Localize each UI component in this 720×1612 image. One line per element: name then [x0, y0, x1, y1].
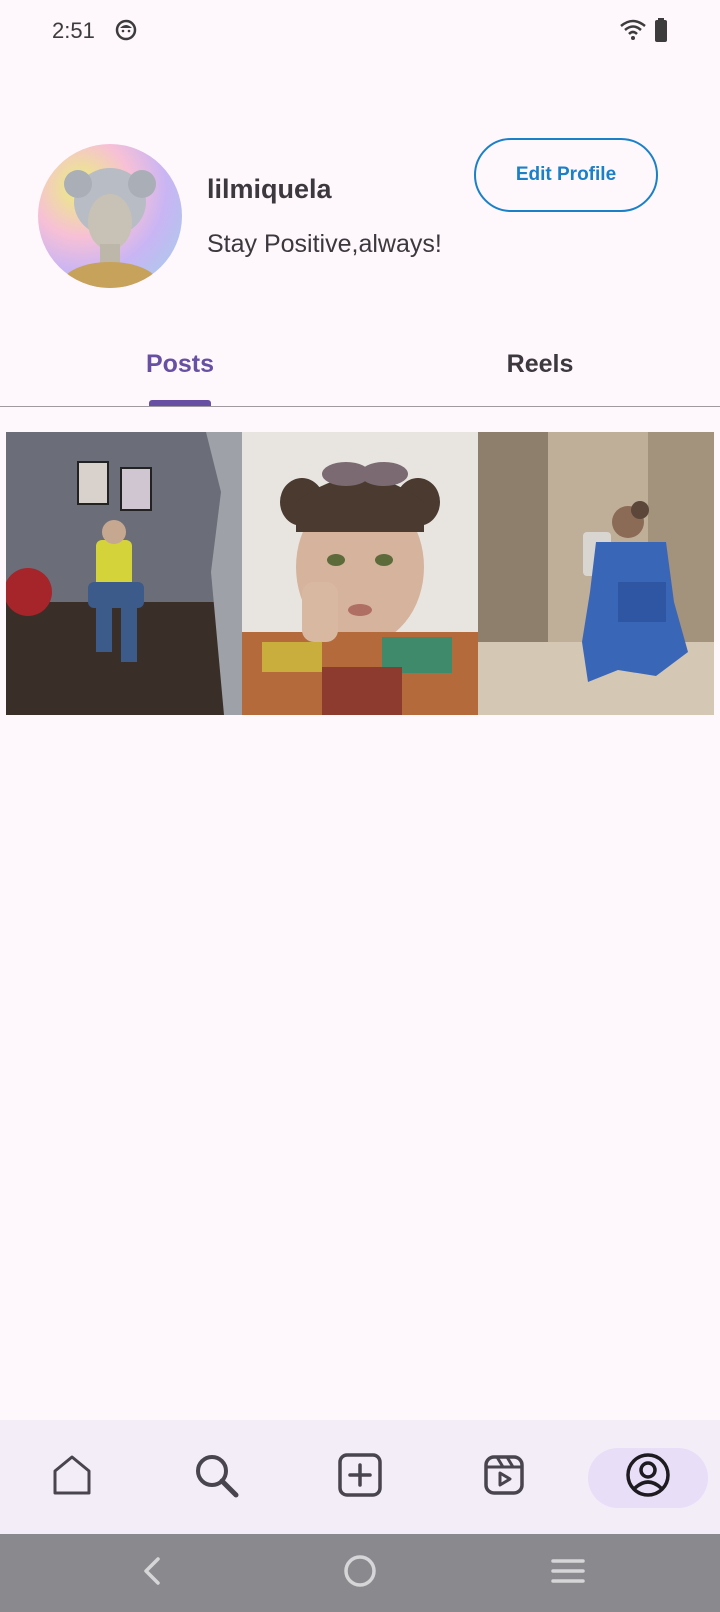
status-bar: 2:51: [0, 0, 720, 60]
post-thumbnail[interactable]: [242, 432, 478, 715]
bio: Stay Positive,always!: [207, 230, 442, 258]
home-icon: [52, 1454, 92, 1501]
menu-icon: [551, 1557, 585, 1590]
system-back-button[interactable]: [92, 1534, 212, 1612]
nav-home[interactable]: [0, 1420, 144, 1534]
home-circle-icon: [343, 1554, 377, 1593]
post-thumbnail[interactable]: [6, 432, 242, 715]
tab-posts-label: Posts: [145, 350, 215, 378]
tab-reels-label: Reels: [506, 350, 574, 378]
add-post-icon: [337, 1452, 383, 1503]
nav-profile[interactable]: [576, 1420, 720, 1534]
status-time: 2:51: [52, 18, 95, 43]
posts-grid: [6, 432, 714, 715]
edit-profile-button[interactable]: Edit Profile: [474, 138, 658, 212]
system-menu-button[interactable]: [508, 1534, 628, 1612]
bottom-nav: [0, 1420, 720, 1534]
nav-search[interactable]: [144, 1420, 288, 1534]
tab-reels[interactable]: Reels: [360, 330, 720, 408]
profile-icon: [625, 1452, 671, 1503]
reels-icon: [483, 1454, 525, 1501]
system-home-button[interactable]: [300, 1534, 420, 1612]
profile-tabs: Posts Reels: [0, 330, 720, 408]
post-thumbnail[interactable]: [478, 432, 714, 715]
back-icon: [140, 1556, 164, 1591]
username: lilmiquela: [207, 174, 332, 204]
tab-divider: [0, 406, 720, 407]
tab-posts[interactable]: Posts: [0, 330, 360, 408]
search-icon: [193, 1452, 239, 1503]
nav-add-post[interactable]: [288, 1420, 432, 1534]
avatar[interactable]: [38, 144, 182, 288]
wifi-icon: [620, 19, 646, 46]
notification-icon: [115, 19, 137, 46]
battery-icon: [655, 18, 667, 47]
system-nav-bar: [0, 1534, 720, 1612]
nav-reels[interactable]: [432, 1420, 576, 1534]
